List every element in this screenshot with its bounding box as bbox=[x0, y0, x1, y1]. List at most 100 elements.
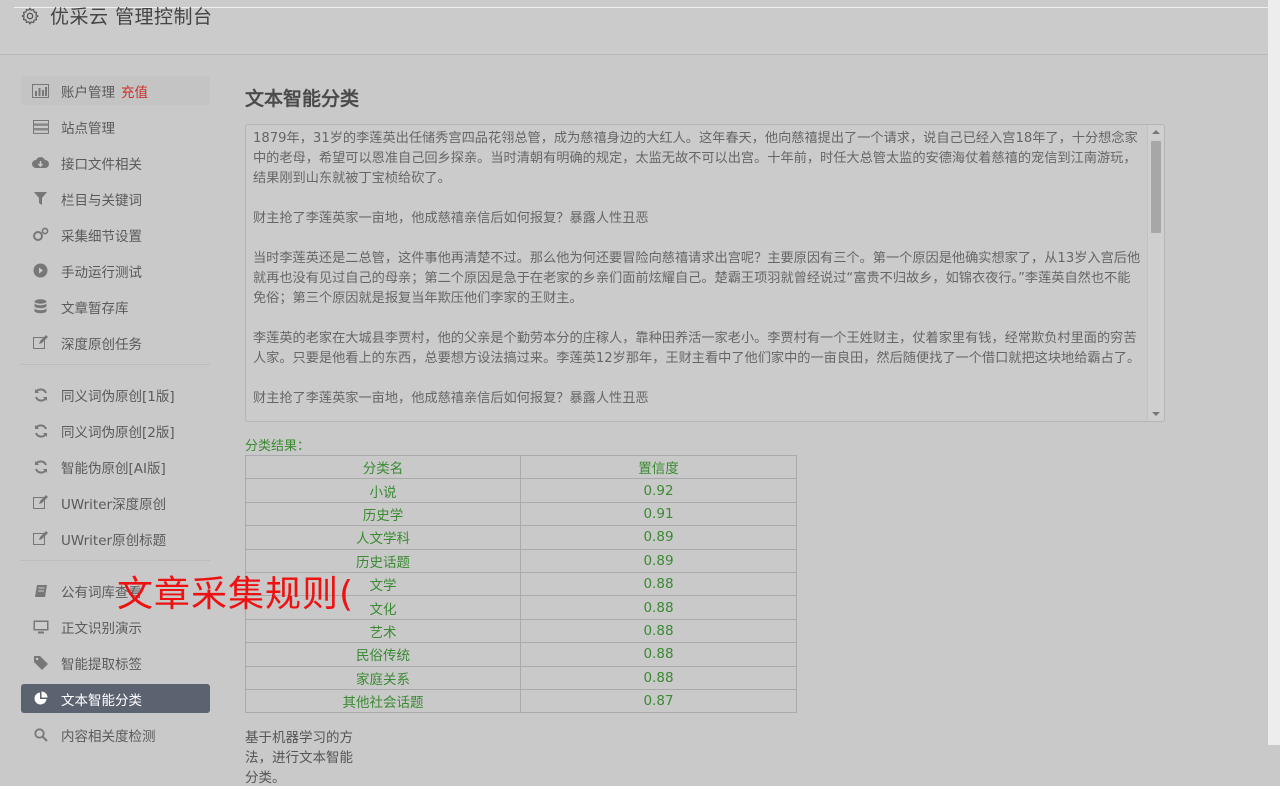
table-row: 历史学 0.91 bbox=[245, 501, 797, 527]
scroll-down-arrow-icon[interactable] bbox=[1152, 412, 1160, 416]
text-paragraph: 财主抢了李莲英家一亩地，他成慈禧亲信后如何报复？暴露人性丑恶 bbox=[253, 211, 649, 226]
recharge-link[interactable]: 充值 bbox=[121, 81, 148, 101]
sidebar-item-label: 文本智能分类 bbox=[61, 692, 142, 709]
gear-icon bbox=[21, 7, 39, 24]
refresh-icon bbox=[32, 458, 49, 475]
database-icon bbox=[32, 298, 49, 315]
sidebar-item-label: 内容相关度检测 bbox=[61, 728, 156, 745]
column-header-category: 分类名 bbox=[245, 454, 521, 480]
server-icon bbox=[32, 118, 49, 135]
textbox-scrollbar[interactable] bbox=[1147, 125, 1164, 421]
sidebar-item-label: 接口文件相关 bbox=[61, 156, 142, 173]
confidence-cell: 0.88 bbox=[520, 665, 797, 690]
top-bar: 优采云 管理控制台 bbox=[0, 0, 1280, 55]
confidence-cell: 0.88 bbox=[520, 595, 797, 620]
sidebar-item-label: 深度原创任务 bbox=[61, 336, 142, 353]
book-icon bbox=[32, 582, 49, 599]
category-cell: 小说 bbox=[245, 478, 521, 503]
edit-icon bbox=[32, 334, 49, 351]
bar-chart-icon bbox=[32, 82, 49, 99]
sidebar-item-account[interactable]: 账户管理 充值 bbox=[21, 76, 210, 105]
main-content: 文本智能分类 1879年，31岁的李莲英出任储秀宫四品花翎总管，成为慈禧身边的大… bbox=[245, 80, 1165, 786]
category-cell: 其他社会话题 bbox=[245, 688, 521, 714]
sidebar-item-label: UWriter原创标题 bbox=[61, 532, 167, 549]
confidence-cell: 0.89 bbox=[520, 548, 797, 573]
page-title: 文本智能分类 bbox=[245, 88, 360, 110]
refresh-icon bbox=[32, 386, 49, 403]
filter-icon bbox=[32, 190, 49, 207]
sidebar-item-manual-run[interactable]: 手动运行测试 bbox=[21, 256, 210, 285]
window-right-edge bbox=[1268, 0, 1280, 745]
refresh-icon bbox=[32, 422, 49, 439]
scroll-up-arrow-icon[interactable] bbox=[1152, 130, 1160, 134]
sidebar-item-tag-extraction[interactable]: 智能提取标签 bbox=[21, 648, 210, 677]
sidebar-item-uwriter-title[interactable]: UWriter原创标题 bbox=[21, 524, 210, 553]
text-paragraph: 李莲英的老家在大城县李贾村，他的父亲是个勤劳本分的庄稼人，靠种田养活一家老小。李… bbox=[253, 331, 1141, 366]
sidebar-item-label: 手动运行测试 bbox=[61, 264, 142, 281]
sidebar-item-interface-files[interactable]: 接口文件相关 bbox=[21, 148, 210, 177]
tag-icon bbox=[32, 654, 49, 671]
confidence-cell: 0.88 bbox=[520, 642, 797, 667]
confidence-cell: 0.92 bbox=[520, 478, 797, 503]
sidebar: 账户管理 充值 站点管理 接口文件相关 栏目与关键词 采集细节设置 手动运行测试 bbox=[21, 76, 210, 756]
table-header-row: 分类名 置信度 bbox=[245, 454, 797, 480]
play-circle-icon bbox=[32, 262, 49, 279]
edit-icon bbox=[32, 530, 49, 547]
table-row: 其他社会话题 0.87 bbox=[245, 688, 797, 714]
table-row: 人文学科 0.89 bbox=[245, 525, 797, 550]
result-label: 分类结果： bbox=[245, 439, 311, 454]
sidebar-item-sites[interactable]: 站点管理 bbox=[21, 112, 210, 141]
sidebar-item-label: 采集细节设置 bbox=[61, 228, 142, 245]
sidebar-item-smart-ai[interactable]: 智能伪原创[AI版] bbox=[21, 452, 210, 481]
category-cell: 民俗传统 bbox=[245, 642, 521, 667]
sidebar-item-label: 同义词伪原创[2版] bbox=[61, 424, 175, 441]
gears-icon bbox=[32, 226, 49, 243]
sidebar-item-deep-original-tasks[interactable]: 深度原创任务 bbox=[21, 328, 210, 357]
category-cell: 家庭关系 bbox=[245, 665, 521, 690]
sidebar-item-article-storage[interactable]: 文章暂存库 bbox=[21, 292, 210, 321]
sidebar-item-synonym-v1[interactable]: 同义词伪原创[1版] bbox=[21, 380, 210, 409]
category-cell: 历史学 bbox=[245, 501, 521, 527]
text-paragraph: 财主抢了李莲英家一亩地，他成慈禧亲信后如何报复？暴露人性丑恶 bbox=[253, 391, 649, 406]
sidebar-divider bbox=[21, 364, 210, 365]
desktop-icon bbox=[32, 618, 49, 635]
table-row: 家庭关系 0.88 bbox=[245, 665, 797, 690]
sidebar-item-label: 正文识别演示 bbox=[61, 620, 142, 637]
sidebar-item-label: 站点管理 bbox=[61, 120, 115, 137]
sidebar-item-text-classification[interactable]: 文本智能分类 bbox=[21, 684, 210, 713]
confidence-cell: 0.89 bbox=[520, 525, 797, 550]
column-header-confidence: 置信度 bbox=[520, 454, 797, 480]
confidence-cell: 0.88 bbox=[520, 571, 797, 597]
sidebar-item-label: 智能提取标签 bbox=[61, 656, 142, 673]
edit-icon bbox=[32, 494, 49, 511]
table-row: 艺术 0.88 bbox=[245, 618, 797, 644]
sidebar-item-synonym-v2[interactable]: 同义词伪原创[2版] bbox=[21, 416, 210, 445]
text-paragraph: 当时李莲英还是二总管，这件事他再清楚不过。那么他为何还要冒险向慈禧请求出宫呢？主… bbox=[253, 251, 1141, 306]
confidence-cell: 0.88 bbox=[520, 618, 797, 644]
app-title: 优采云 管理控制台 bbox=[50, 6, 213, 28]
sidebar-item-collect-settings[interactable]: 采集细节设置 bbox=[21, 220, 210, 249]
sidebar-item-label: 文章暂存库 bbox=[61, 300, 129, 317]
sidebar-item-label: 智能伪原创[AI版] bbox=[61, 460, 166, 477]
cloud-download-icon bbox=[32, 154, 49, 171]
sidebar-item-label: 账户管理 bbox=[61, 84, 115, 101]
sidebar-item-label: 栏目与关键词 bbox=[61, 192, 142, 209]
table-row: 小说 0.92 bbox=[245, 478, 797, 503]
text-input-area[interactable]: 1879年，31岁的李莲英出任储秀宫四品花翎总管，成为慈禧身边的大红人。这年春天… bbox=[245, 124, 1165, 422]
sidebar-divider bbox=[21, 560, 210, 561]
watermark-overlay-text: 文章采集规则( bbox=[117, 574, 355, 615]
table-row: 民俗传统 0.88 bbox=[245, 642, 797, 667]
pie-chart-icon bbox=[32, 690, 49, 707]
confidence-cell: 0.91 bbox=[520, 501, 797, 527]
sidebar-item-label: UWriter深度原创 bbox=[61, 496, 167, 513]
brand[interactable]: 优采云 管理控制台 bbox=[20, 2, 213, 29]
confidence-cell: 0.87 bbox=[520, 688, 797, 714]
category-cell: 人文学科 bbox=[245, 525, 521, 550]
category-cell: 艺术 bbox=[245, 618, 521, 644]
sidebar-item-uwriter-deep[interactable]: UWriter深度原创 bbox=[21, 488, 210, 517]
scrollbar-thumb[interactable] bbox=[1151, 141, 1161, 233]
sidebar-item-columns-keywords[interactable]: 栏目与关键词 bbox=[21, 184, 210, 213]
text-paragraph: 1879年，31岁的李莲英出任储秀宫四品花翎总管，成为慈禧身边的大红人。这年春天… bbox=[253, 131, 1138, 186]
sidebar-item-label: 同义词伪原创[1版] bbox=[61, 388, 175, 405]
text-content: 1879年，31岁的李莲英出任储秀宫四品花翎总管，成为慈禧身边的大红人。这年春天… bbox=[253, 129, 1143, 421]
